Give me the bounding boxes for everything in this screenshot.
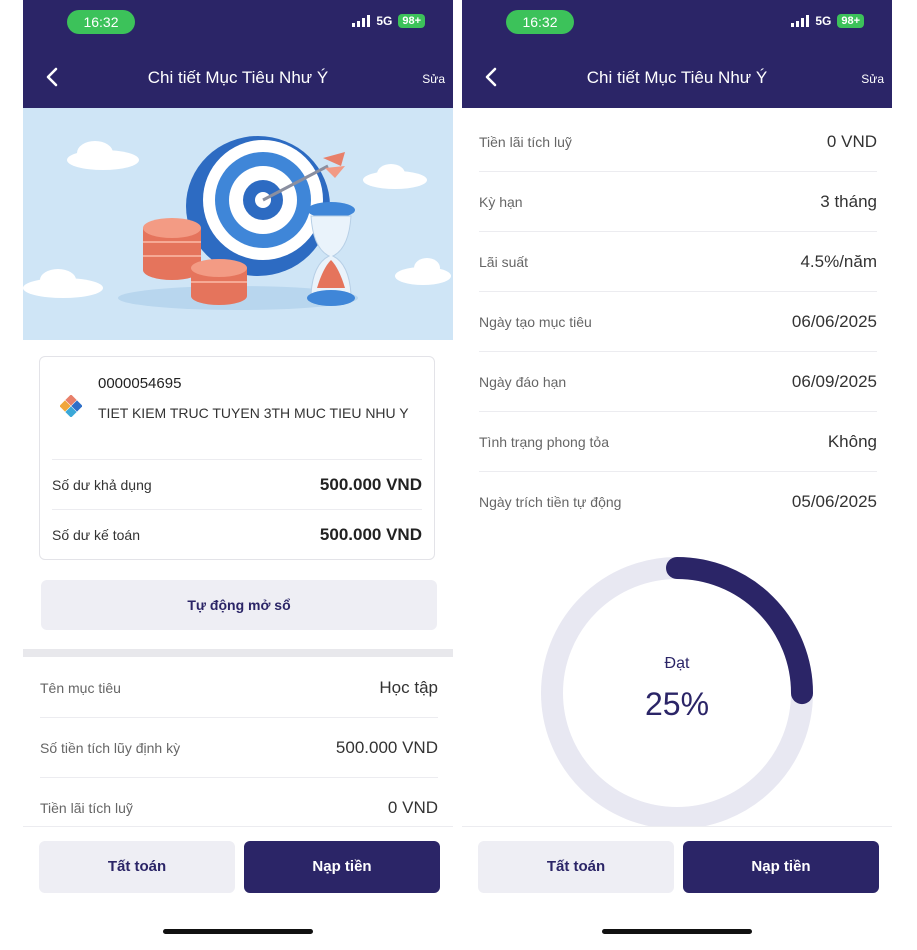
settle-button[interactable]: Tất toán — [478, 841, 674, 893]
detail-value: 3 tháng — [820, 191, 877, 211]
detail-value: Không — [827, 431, 877, 451]
home-indicator[interactable] — [163, 929, 313, 934]
status-time: 16:32 — [67, 10, 135, 34]
screen-left: 16:32 5G 98+ Chi tiết Mục Tiêu Như Ý Sửa — [23, 0, 453, 950]
hourglass-illustration — [307, 202, 355, 306]
account-card: 0000054695 TIET KIEM TRUC TUYEN 3TH MUC … — [39, 356, 435, 560]
settle-button[interactable]: Tất toán — [39, 841, 235, 893]
detail-value: 500.000 VND — [335, 737, 438, 757]
hero-illustration — [23, 108, 453, 340]
detail-value: 4.5%/năm — [800, 251, 877, 271]
detail-row: Kỳ hạn 3 tháng — [479, 172, 877, 232]
detail-row: Tên mục tiêu Học tập — [40, 658, 438, 718]
detail-label: Tiền lãi tích luỹ — [40, 799, 133, 816]
detail-label: Ngày tạo mục tiêu — [479, 313, 592, 330]
signal-icon — [352, 15, 371, 27]
bottom-action-bar: Tất toán Nạp tiền — [23, 826, 453, 950]
detail-label: Tiền lãi tích luỹ — [479, 133, 572, 150]
status-time: 16:32 — [506, 10, 574, 34]
available-balance-row: Số dư khả dụng 500.000 VND — [52, 459, 422, 510]
detail-label: Ngày trích tiền tự động — [479, 494, 622, 510]
bottom-action-bar: Tất toán Nạp tiền — [462, 826, 892, 950]
nav-bar: Chi tiết Mục Tiêu Như Ý Sửa — [462, 48, 892, 108]
status-bar: 16:32 5G 98+ — [23, 0, 453, 48]
network-type: 5G — [376, 14, 393, 28]
accounting-balance-row: Số dư kế toán 500.000 VND — [52, 509, 422, 560]
signal-icon — [791, 15, 810, 27]
battery-icon: 98+ — [837, 14, 864, 28]
detail-row: Tiền lãi tích luỹ 0 VND — [479, 112, 877, 172]
page-title: Chi tiết Mục Tiêu Như Ý — [147, 68, 329, 87]
detail-value: 06/09/2025 — [791, 371, 877, 391]
detail-label: Tên mục tiêu — [40, 679, 121, 696]
network-type: 5G — [815, 14, 832, 28]
detail-value: 0 VND — [387, 797, 438, 817]
detail-label: Ngày đáo hạn — [479, 373, 567, 390]
detail-value: 06/06/2025 — [791, 311, 877, 331]
detail-value: 0 VND — [826, 131, 877, 151]
deposit-button[interactable]: Nạp tiền — [683, 841, 879, 893]
edit-button[interactable]: Sửa — [861, 72, 884, 86]
detail-row: Ngày tạo mục tiêu 06/06/2025 — [479, 292, 877, 352]
detail-row: Ngày trích tiền tự động 05/06/2025 — [479, 472, 877, 532]
detail-label: Số tiền tích lũy định kỳ — [40, 739, 181, 756]
progress-label: Đạt — [664, 655, 690, 672]
detail-value: 05/06/2025 — [791, 492, 877, 511]
available-balance-value: 500.000 VND — [319, 475, 422, 494]
bank-logo-icon — [60, 395, 82, 417]
progress-percent: 25% — [644, 686, 710, 722]
detail-row: Số tiền tích lũy định kỳ 500.000 VND — [40, 718, 438, 778]
deposit-button[interactable]: Nạp tiền — [244, 841, 440, 893]
detail-value: Học tập — [379, 677, 438, 697]
available-balance-label: Số dư khả dụng — [52, 477, 152, 493]
section-divider — [23, 649, 453, 657]
target-illustration — [23, 136, 451, 310]
detail-row: Lãi suất 4.5%/năm — [479, 232, 877, 292]
detail-row: Ngày đáo hạn 06/09/2025 — [479, 352, 877, 412]
battery-icon: 98+ — [398, 14, 425, 28]
detail-label: Tình trạng phong tỏa — [479, 433, 609, 450]
detail-label: Kỳ hạn — [479, 193, 523, 210]
status-bar: 16:32 5G 98+ — [462, 0, 892, 48]
account-number: 0000054695 — [98, 375, 182, 392]
auto-open-button[interactable]: Tự động mở sổ — [41, 580, 437, 630]
detail-row: Tình trạng phong tỏa Không — [479, 412, 877, 472]
nav-bar: Chi tiết Mục Tiêu Như Ý Sửa — [23, 48, 453, 108]
detail-label: Lãi suất — [479, 253, 529, 270]
account-name: TIET KIEM TRUC TUYEN 3TH MUC TIEU NHU Y — [98, 405, 409, 421]
home-indicator[interactable] — [602, 929, 752, 934]
page-title: Chi tiết Mục Tiêu Như Ý — [586, 68, 768, 87]
accounting-balance-value: 500.000 VND — [319, 525, 422, 544]
edit-button[interactable]: Sửa — [422, 72, 445, 86]
accounting-balance-label: Số dư kế toán — [52, 527, 140, 543]
screen-right: 16:32 5G 98+ Chi tiết Mục Tiêu Như Ý Sửa… — [462, 0, 892, 950]
